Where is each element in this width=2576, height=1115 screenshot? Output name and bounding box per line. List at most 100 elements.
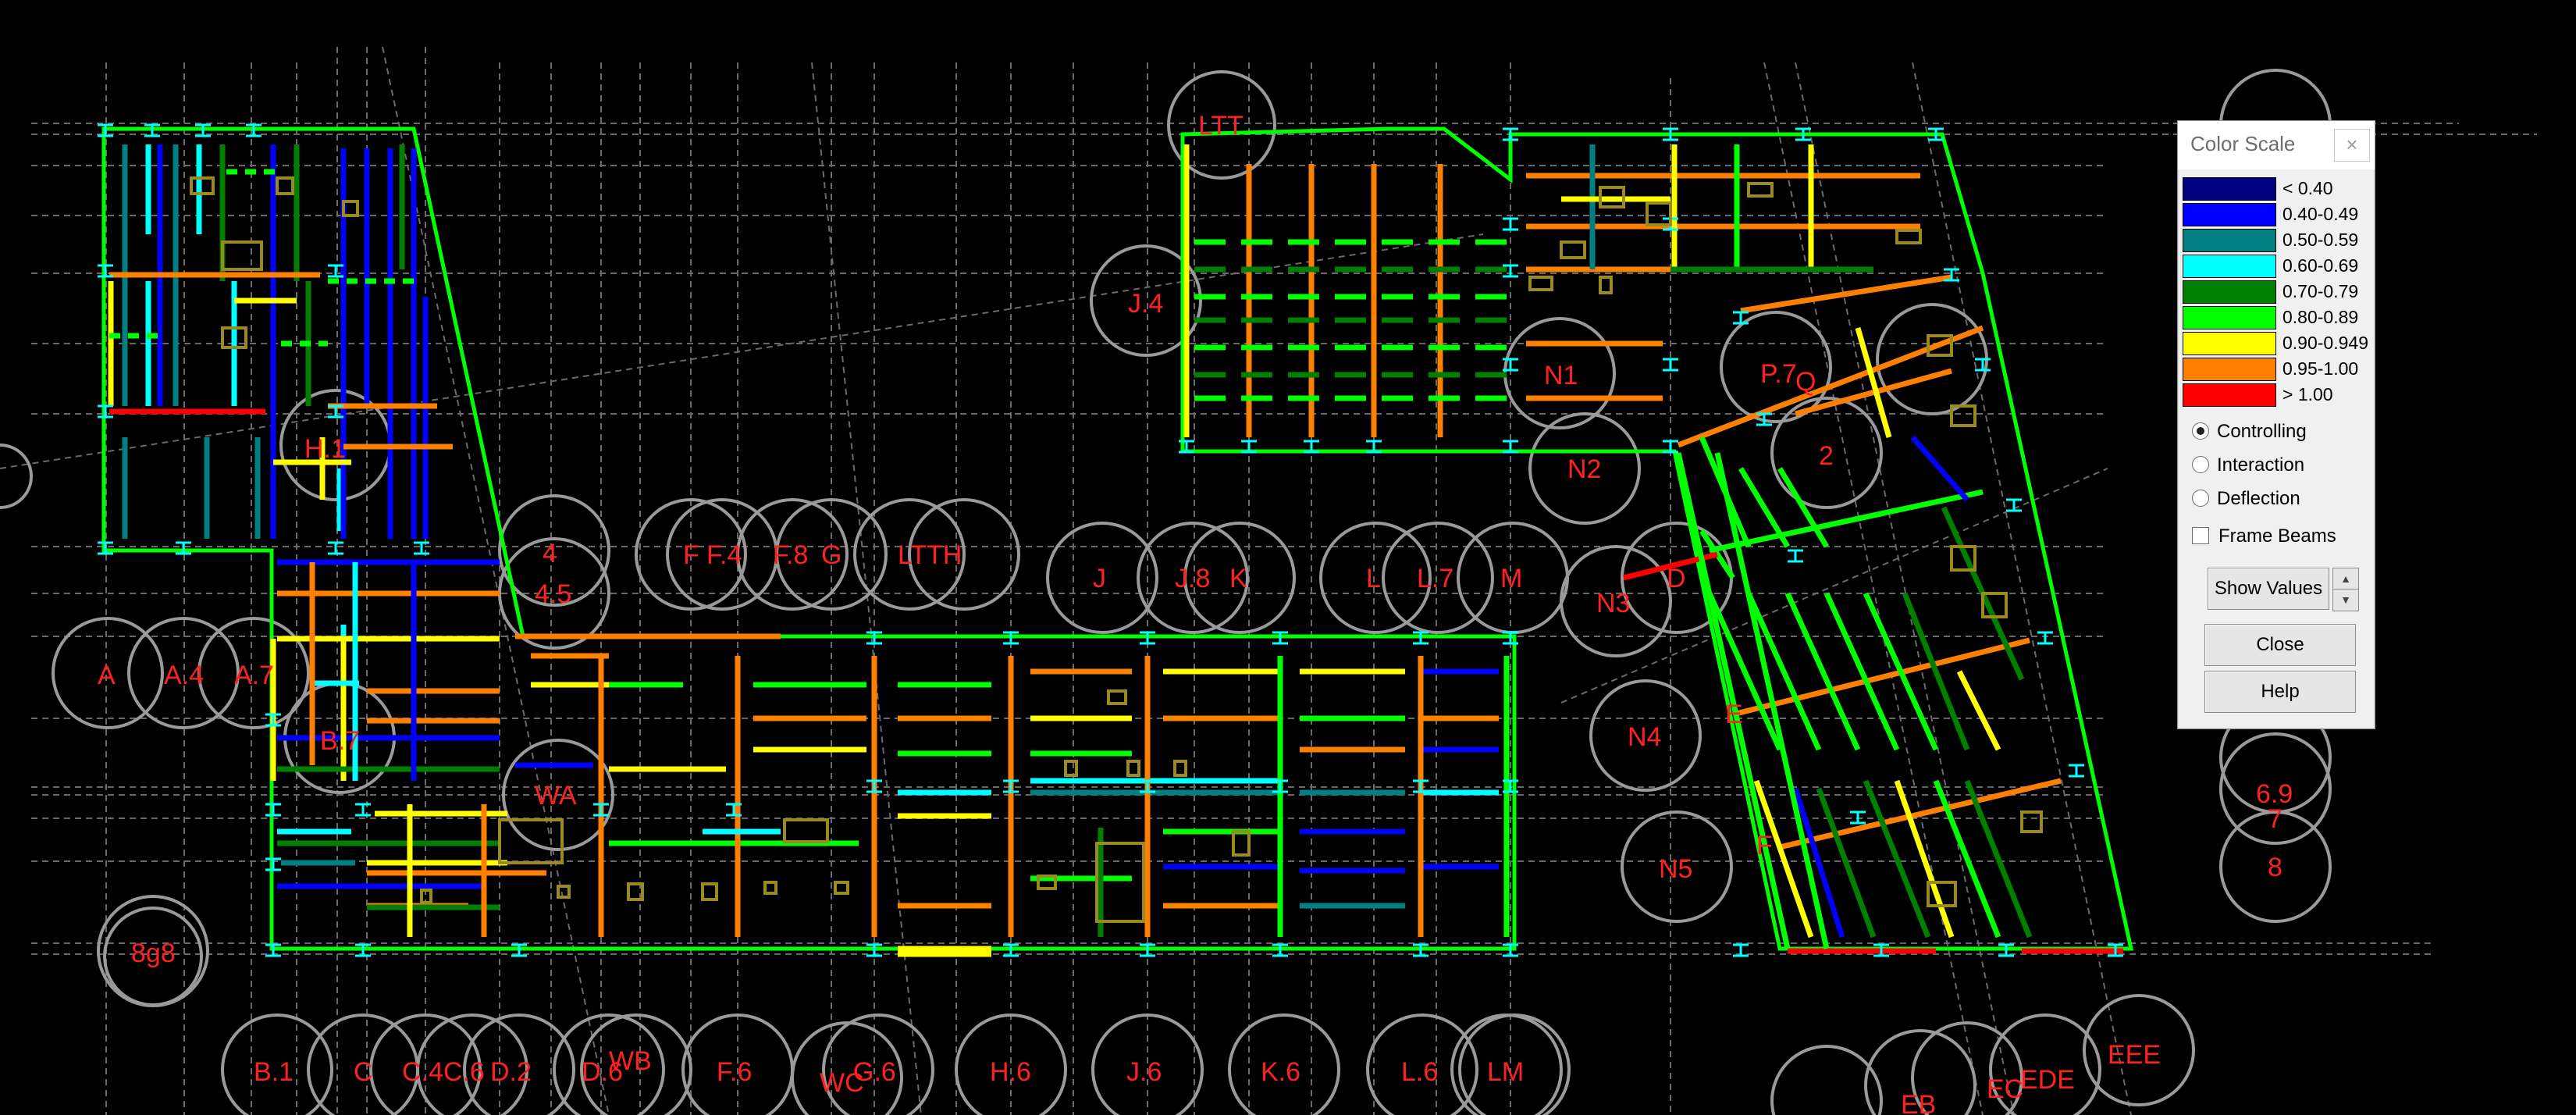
grid-label-J6: J.6 — [1126, 1057, 1162, 1087]
grid-label-LTT: LTT — [1198, 111, 1244, 141]
grid-label-F8: F.8 — [773, 540, 808, 570]
grid-label-8: 8 — [2268, 853, 2282, 882]
spinner-up-icon[interactable]: ▲ — [2333, 568, 2358, 590]
grid-label-D2: D.2 — [490, 1057, 532, 1087]
legend-swatch — [2183, 383, 2276, 407]
legend-label: > 1.00 — [2282, 384, 2333, 404]
controlling-label: Controlling — [2217, 421, 2307, 442]
legend-row: 0.50-0.59 — [2183, 229, 2370, 252]
grid-label-N4: N4 — [1628, 722, 1661, 752]
grid-label-P7: P.7 — [1760, 359, 1797, 389]
grid-label-G6: G.6 — [853, 1057, 896, 1087]
spinner-down-icon[interactable]: ▼ — [2333, 590, 2358, 610]
grid-label-H6: H.6 — [990, 1057, 1031, 1087]
grid-label-L6: L.6 — [1401, 1057, 1438, 1087]
show-values-button[interactable]: Show Values — [2208, 568, 2329, 610]
show-values-spinner[interactable]: ▲ ▼ — [2332, 568, 2359, 611]
grid-label-N2: N2 — [1567, 454, 1601, 484]
close-button[interactable]: Close — [2204, 624, 2356, 666]
grid-label-L: L — [1366, 564, 1381, 593]
grid-label-A4: A.4 — [164, 661, 204, 690]
grid-label-7: 7 — [2268, 804, 2282, 834]
grid-label-F4: F.4 — [706, 540, 742, 570]
legend-swatch — [2183, 306, 2276, 330]
grid-label-B7: B.7 — [320, 726, 360, 756]
legend-row: > 1.00 — [2183, 383, 2370, 407]
grid-label-LTTH: LTTH — [898, 540, 962, 570]
legend-row: 0.80-0.89 — [2183, 306, 2370, 330]
grid-label-B1: B.1 — [254, 1057, 294, 1087]
interaction-label: Interaction — [2217, 454, 2305, 476]
grid-label-G: G — [821, 540, 841, 570]
grid-label-J4: J.4 — [1128, 289, 1163, 319]
grid-label-N5: N5 — [1659, 854, 1692, 884]
legend-label: 0.40-0.49 — [2282, 204, 2359, 224]
grid-label-EDE: EDE — [2020, 1065, 2075, 1095]
grid-label-2: 2 — [1819, 441, 1834, 471]
legend-swatch — [2183, 280, 2276, 304]
grid-label-45: 4.5 — [535, 579, 571, 609]
frame-beams-label: Frame Beams — [2218, 525, 2336, 547]
radio-icon — [2192, 490, 2209, 507]
radio-icon — [2192, 456, 2209, 473]
grid-label-M: M — [1500, 564, 1522, 593]
grid-label-C: C — [354, 1057, 373, 1087]
legend-label: 0.90-0.949 — [2282, 333, 2368, 353]
grid-label-Fr: F — [1756, 831, 1773, 860]
radio-selected-icon — [2192, 422, 2209, 440]
color-scale-dialog[interactable]: Color Scale × < 0.40 0.40-0.49 0.50-0.59… — [2177, 120, 2375, 729]
legend-row: < 0.40 — [2183, 177, 2370, 201]
dialog-close-icon[interactable]: × — [2334, 129, 2370, 162]
grid-label-A: A — [98, 661, 116, 690]
grid-label-K: K — [1229, 564, 1247, 593]
frame-beams-checkbox[interactable]: Frame Beams — [2192, 525, 2336, 547]
controlling-radio[interactable]: Controlling — [2192, 421, 2307, 443]
legend-row: 0.70-0.79 — [2183, 280, 2370, 304]
grid-label-K6: K.6 — [1261, 1057, 1300, 1087]
grid-label-EB: EB — [1901, 1090, 1936, 1115]
grid-label-L7: L.7 — [1417, 564, 1453, 593]
grid-label-H1: H.1 — [304, 434, 346, 464]
legend-row: 0.95-1.00 — [2183, 358, 2370, 381]
grid-label-WA: WA — [535, 781, 577, 810]
legend-row: 0.90-0.949 — [2183, 332, 2370, 355]
legend-row: 0.40-0.49 — [2183, 203, 2370, 226]
grid-label-Q: Q — [1795, 367, 1816, 397]
legend-label: 0.50-0.59 — [2282, 230, 2359, 250]
legend-label: 0.80-0.89 — [2282, 307, 2359, 327]
legend-swatch — [2183, 203, 2276, 226]
legend-row: 0.60-0.69 — [2183, 255, 2370, 278]
grid-label-C4: C.4C.6 — [402, 1057, 485, 1087]
grid-label-N1: N1 — [1544, 361, 1578, 390]
legend-swatch — [2183, 255, 2276, 278]
checkbox-icon — [2192, 527, 2209, 544]
grid-label-4: 4 — [543, 539, 557, 568]
interaction-radio[interactable]: Interaction — [2192, 454, 2304, 476]
grid-label-EEE: EEE — [2108, 1040, 2161, 1070]
grid-label-A7: A.7 — [234, 661, 274, 690]
dialog-title: Color Scale — [2190, 132, 2296, 155]
legend-swatch — [2183, 332, 2276, 355]
deflection-radio[interactable]: Deflection — [2192, 488, 2300, 510]
legend-swatch — [2183, 358, 2276, 381]
legend-swatch — [2183, 229, 2276, 252]
legend-label: 0.95-1.00 — [2282, 358, 2359, 379]
grid-label-N3: N3 — [1596, 589, 1630, 618]
dialog-titlebar[interactable]: Color Scale × — [2178, 121, 2375, 169]
grid-label-WB: WB — [609, 1046, 652, 1076]
grid-label-E: E — [1725, 700, 1743, 729]
legend-label: 0.60-0.69 — [2282, 255, 2359, 276]
legend-swatch — [2183, 177, 2276, 201]
help-button[interactable]: Help — [2204, 671, 2356, 713]
grid-label-J: J — [1093, 564, 1106, 593]
grid-label-F: F — [683, 540, 699, 570]
grid-label-D: D — [1667, 564, 1686, 593]
legend-label: 0.70-0.79 — [2282, 281, 2359, 301]
grid-label-EC: EC — [1987, 1074, 2023, 1104]
grid-label-LM: LM — [1487, 1057, 1524, 1087]
legend-label: < 0.40 — [2282, 178, 2333, 198]
grid-label-J8: J.8 — [1175, 564, 1210, 593]
grid-label-8g8: 8g8 — [131, 939, 176, 968]
deflection-label: Deflection — [2217, 488, 2300, 509]
grid-label-F6: F.6 — [717, 1057, 752, 1087]
